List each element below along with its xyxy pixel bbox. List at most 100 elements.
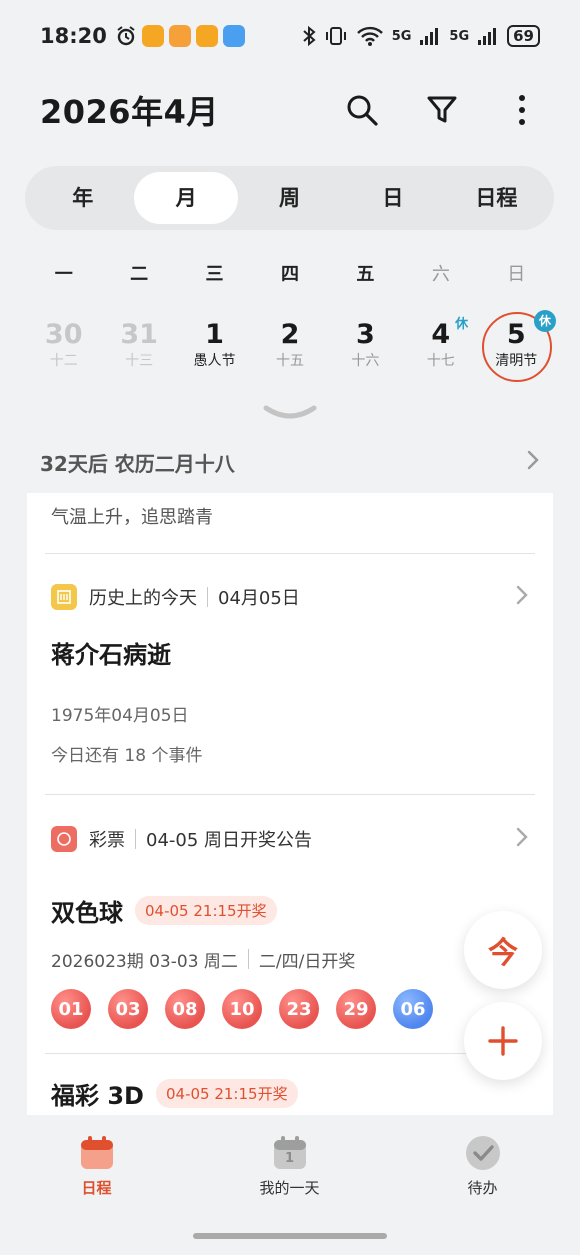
nav-schedule[interactable]: 日程 <box>0 1125 193 1215</box>
search-button[interactable] <box>344 92 380 128</box>
chevron-down-icon <box>263 405 317 419</box>
lottery-card-header[interactable]: 彩票 04-05 周日开奖公告 <box>27 795 553 883</box>
date-number: 30 <box>44 319 83 350</box>
date-cell[interactable]: 30 十二 <box>26 310 101 384</box>
filter-icon <box>427 96 457 123</box>
red-ball: 23 <box>279 989 319 1029</box>
draw-time-chip: 04-05 21:15开奖 <box>155 1078 298 1108</box>
red-ball: 08 <box>165 989 205 1029</box>
red-ball: 01 <box>51 989 91 1029</box>
history-event-title[interactable]: 蒋介石病逝 <box>27 640 553 690</box>
more-vertical-icon <box>519 95 525 125</box>
nav-label: 我的一天 <box>259 1179 320 1197</box>
status-time: 18:20 <box>40 24 107 48</box>
holiday-label: 愚人节 <box>193 353 236 369</box>
weekday-label: 一 <box>54 264 73 285</box>
tab-week[interactable]: 周 <box>238 172 341 224</box>
calendar-icon <box>80 1136 113 1169</box>
weekday-label: 五 <box>356 264 375 285</box>
date-number: 31 <box>120 319 158 350</box>
lunar-label: 十三 <box>125 353 154 369</box>
chevron-right-icon <box>515 826 529 852</box>
app-notification-icon <box>141 25 164 47</box>
checkmark-circle-icon <box>465 1136 500 1170</box>
signal-icon <box>420 28 439 45</box>
today-button[interactable]: 今 <box>464 911 542 989</box>
lottery-name: 福彩 3D <box>51 1081 144 1110</box>
add-event-button[interactable] <box>464 1002 542 1080</box>
date-cell[interactable]: 3 十六 <box>328 310 403 384</box>
weekday-header: 一 二 三 四 五 六 日 <box>26 260 554 286</box>
card-date: 04月05日 <box>218 588 300 609</box>
date-cell[interactable]: 1 愚人节 <box>177 310 252 384</box>
search-icon <box>347 95 378 126</box>
home-indicator[interactable] <box>193 1233 387 1239</box>
history-event-count: 今日还有 18 个事件 <box>51 746 203 766</box>
card-source-label: 彩票 <box>89 830 125 851</box>
status-bar: 18:20 5G 5G 69 <box>0 0 580 72</box>
date-number: 3 <box>356 319 375 350</box>
vibrate-icon <box>325 27 346 45</box>
view-tabs: 年 月 周 日 日程 <box>25 166 554 230</box>
heart-app-icon <box>168 25 191 47</box>
card-meta: 04-05 周日开奖公告 <box>146 830 313 851</box>
date-cell[interactable]: 4 十七 休 <box>403 310 478 384</box>
expand-handle[interactable] <box>262 402 318 426</box>
date-number: 1 <box>205 319 224 350</box>
nav-label: 待办 <box>467 1179 498 1197</box>
date-cell-selected[interactable]: 5 清明节 休 <box>479 310 556 384</box>
nav-todo[interactable]: 待办 <box>386 1125 579 1215</box>
weekday-label: 日 <box>507 264 526 285</box>
solar-term-description: 气温上升，追思踏青 <box>51 507 213 528</box>
nav-label: 日程 <box>81 1179 112 1197</box>
rest-day-marker: 休 <box>455 317 469 332</box>
draw-time-chip: 04-05 21:15开奖 <box>135 895 277 925</box>
weekday-label: 三 <box>205 264 224 285</box>
tab-day[interactable]: 日 <box>341 172 444 224</box>
red-ball: 03 <box>108 989 148 1029</box>
tab-agenda[interactable]: 日程 <box>445 172 548 224</box>
bluetooth-icon <box>303 25 316 47</box>
weekday-label: 二 <box>130 264 149 285</box>
tab-month[interactable]: 月 <box>134 172 238 224</box>
week-dates-row: 30 十二 31 十三 1 愚人节 2 十五 3 十六 4 十七 休 5 清明节… <box>26 310 556 384</box>
red-ball: 29 <box>336 989 376 1029</box>
history-icon <box>51 584 77 610</box>
more-button[interactable] <box>504 92 540 128</box>
blue-ball: 06 <box>393 989 433 1029</box>
filter-button[interactable] <box>424 92 460 128</box>
header: 2026年4月 <box>0 80 580 140</box>
lunar-label: 十六 <box>351 353 380 369</box>
lottery-name: 双色球 <box>51 898 123 927</box>
date-cell[interactable]: 2 十五 <box>252 310 327 384</box>
alarm-icon <box>117 26 135 46</box>
chevron-right-icon <box>515 584 529 610</box>
lunar-info-text: 32天后 农历二月十八 <box>40 451 235 476</box>
plus-icon <box>488 1026 518 1056</box>
red-ball: 10 <box>222 989 262 1029</box>
date-number: 2 <box>280 319 300 350</box>
lottery-icon <box>51 826 77 852</box>
day-number: 1 <box>284 1151 295 1166</box>
divider <box>135 829 136 849</box>
issue-text: 2026023期 03-03 周二 <box>51 951 238 972</box>
battery-indicator: 69 <box>507 25 540 47</box>
date-cell[interactable]: 31 十三 <box>101 310 176 384</box>
signal-icon <box>478 28 497 45</box>
weekday-label: 六 <box>431 264 450 285</box>
app-notification-icon <box>195 25 218 47</box>
tab-year[interactable]: 年 <box>31 172 134 224</box>
month-title[interactable]: 2026年4月 <box>40 87 219 133</box>
draw-schedule: 二/四/日开奖 <box>258 951 356 972</box>
divider <box>207 587 208 607</box>
chevron-right-icon <box>526 449 540 475</box>
lunar-label: 十二 <box>49 353 78 369</box>
weather-icon <box>222 25 245 47</box>
nav-my-day[interactable]: 1 我的一天 <box>193 1125 386 1215</box>
card-source-label: 历史上的今天 <box>89 588 197 609</box>
lunar-label: 十五 <box>275 353 304 369</box>
history-card-header[interactable]: 历史上的今天 04月05日 <box>27 554 553 640</box>
weekday-label: 四 <box>280 264 299 285</box>
bottom-nav: 日程 1 我的一天 待办 <box>0 1125 580 1215</box>
lunar-info-row[interactable]: 32天后 农历二月十八 <box>40 440 540 484</box>
